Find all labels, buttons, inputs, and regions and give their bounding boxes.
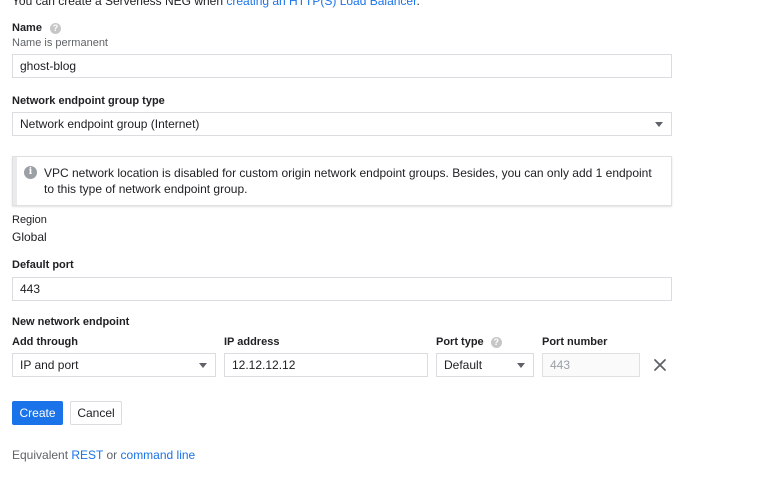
default-port-value: 443 bbox=[20, 282, 41, 296]
equivalent-prefix: Equivalent bbox=[12, 448, 72, 462]
intro-text: You can create a Serverless NEG when cre… bbox=[12, 0, 420, 8]
region-label: Region bbox=[12, 214, 47, 226]
help-icon[interactable]: ? bbox=[490, 336, 502, 348]
add-through-select[interactable]: IP and port bbox=[12, 353, 216, 377]
intro-suffix: . bbox=[416, 0, 420, 8]
name-input-value: ghost-blog bbox=[20, 59, 77, 73]
default-port-input[interactable]: 443 bbox=[12, 277, 672, 301]
new-endpoint-label: New network endpoint bbox=[12, 316, 130, 328]
info-line-1: VPC network location is disabled for cus… bbox=[44, 166, 652, 180]
add-through-label: Add through bbox=[12, 336, 78, 348]
close-icon[interactable] bbox=[652, 357, 668, 373]
ip-address-input[interactable]: 12.12.12.12 bbox=[224, 353, 428, 377]
equivalent-line: Equivalent REST or command line bbox=[12, 448, 195, 462]
port-number-placeholder: 443 bbox=[550, 358, 571, 372]
command-line-link[interactable]: command line bbox=[121, 448, 196, 462]
cancel-button[interactable]: Cancel bbox=[70, 401, 122, 425]
ip-address-label: IP address bbox=[224, 336, 280, 348]
name-label: Name bbox=[12, 22, 42, 34]
add-through-value: IP and port bbox=[20, 358, 79, 372]
name-input[interactable]: ghost-blog bbox=[12, 54, 672, 78]
chevron-down-icon bbox=[655, 122, 663, 127]
port-type-label: Port type bbox=[436, 336, 484, 348]
default-port-label: Default port bbox=[12, 259, 74, 271]
port-type-label-row: Port type ? bbox=[436, 336, 502, 348]
info-line-2: to this type of network endpoint group. bbox=[44, 182, 248, 196]
info-icon: i bbox=[24, 166, 37, 179]
region-value: Global bbox=[12, 230, 47, 244]
port-number-input[interactable]: 443 bbox=[542, 353, 640, 377]
load-balancer-link[interactable]: creating an HTTP(S) Load Balancer bbox=[226, 0, 416, 8]
port-type-value: Default bbox=[444, 358, 483, 372]
create-button[interactable]: Create bbox=[12, 401, 63, 425]
port-number-label: Port number bbox=[542, 336, 608, 348]
rest-link[interactable]: REST bbox=[71, 448, 103, 462]
name-sublabel: Name is permanent bbox=[12, 37, 108, 49]
equivalent-or: or bbox=[103, 448, 121, 462]
chevron-down-icon bbox=[199, 363, 207, 368]
name-label-row: Name ? bbox=[12, 22, 62, 34]
info-box-accent bbox=[13, 157, 17, 205]
info-box: i VPC network location is disabled for c… bbox=[12, 156, 672, 206]
help-icon[interactable]: ? bbox=[50, 22, 62, 34]
neg-type-select[interactable]: Network endpoint group (Internet) bbox=[12, 112, 672, 136]
intro-prefix: You can create a Serverless NEG when bbox=[12, 0, 227, 8]
neg-type-value: Network endpoint group (Internet) bbox=[20, 117, 200, 131]
neg-type-label: Network endpoint group type bbox=[12, 95, 165, 107]
ip-address-value: 12.12.12.12 bbox=[232, 358, 296, 372]
chevron-down-icon bbox=[517, 363, 525, 368]
port-type-select[interactable]: Default bbox=[436, 353, 534, 377]
